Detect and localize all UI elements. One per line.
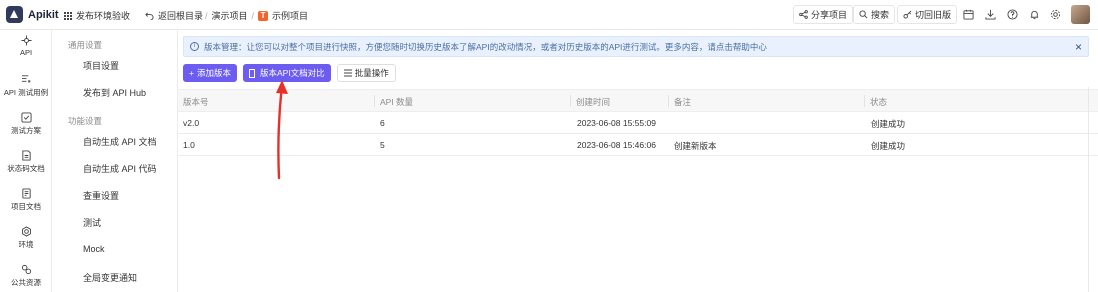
help-icon[interactable] bbox=[1005, 7, 1019, 21]
nav-item-api[interactable]: API bbox=[0, 35, 52, 57]
calendar-icon[interactable] bbox=[961, 7, 975, 21]
test-plan-icon bbox=[20, 112, 32, 123]
close-icon[interactable]: × bbox=[1075, 40, 1082, 54]
cell-version: 1.0 bbox=[183, 140, 195, 150]
column-header: API 数量 bbox=[380, 97, 414, 107]
nav-label: 环境 bbox=[18, 240, 34, 249]
settings-menu: 通用设置 项目设置 发布到 API Hub 功能设置 自动生成 API 文档 自… bbox=[52, 30, 178, 292]
breadcrumb: / 演示项目 / T 示例项目 bbox=[205, 9, 309, 22]
search-button[interactable]: 搜索 bbox=[853, 5, 896, 24]
menu-item-project-settings[interactable]: 项目设置 bbox=[83, 59, 119, 72]
info-icon: i bbox=[190, 42, 199, 51]
menu-item-mock[interactable]: Mock bbox=[83, 244, 105, 254]
share-project-button[interactable]: 分享项目 bbox=[793, 5, 854, 24]
nav-item-api-test-case[interactable]: API 测试用例 bbox=[0, 74, 52, 98]
avatar[interactable] bbox=[1071, 5, 1090, 24]
nav-item-environment[interactable]: 环境 bbox=[0, 226, 52, 250]
info-banner: i 版本管理：让您可以对整个项目进行快照，方便您随时切换历史版本了解API的改动… bbox=[183, 36, 1089, 57]
batch-label: 批量操作 bbox=[354, 68, 389, 78]
scrollbar-track bbox=[1088, 87, 1089, 292]
env-switch[interactable]: 发布环境验收 bbox=[64, 9, 130, 22]
nav-item-status-code-doc[interactable]: 状态码文档 bbox=[0, 150, 52, 174]
nav-label: 状态码文档 bbox=[7, 164, 45, 173]
environment-icon bbox=[21, 226, 31, 237]
apikit-logo-icon bbox=[6, 6, 23, 23]
breadcrumb-item[interactable]: 演示项目 bbox=[212, 9, 248, 22]
add-version-label: 添加版本 bbox=[196, 68, 231, 78]
column-header: 创建时间 bbox=[576, 97, 611, 107]
nav-item-test-plan[interactable]: 测试方案 bbox=[0, 112, 52, 136]
nav-label: API 测试用例 bbox=[3, 88, 49, 97]
cell-version: v2.0 bbox=[183, 118, 200, 128]
table-row[interactable]: 1.0 5 2023-06-08 15:46:06 创建新版本 创建成功 bbox=[178, 134, 1098, 156]
column-header: 状态 bbox=[870, 97, 888, 107]
cell-status: 创建成功 bbox=[871, 119, 906, 129]
table-row[interactable]: v2.0 6 2023-06-08 15:55:09 创建成功 bbox=[178, 112, 1098, 134]
group-title: 通用设置 bbox=[68, 40, 103, 50]
back-to-root-link[interactable]: 返回根目录 bbox=[145, 9, 203, 22]
top-bar: Apikit 发布环境验收 返回根目录 / 演示项目 / T 示例项目 分享项目… bbox=[0, 0, 1098, 30]
api-test-case-icon bbox=[21, 75, 30, 83]
app-name: Apikit bbox=[28, 8, 59, 21]
bell-icon[interactable] bbox=[1027, 7, 1041, 21]
breadcrumb-item[interactable]: 示例项目 bbox=[272, 9, 308, 22]
cell-created-time: 2023-06-08 15:46:06 bbox=[577, 140, 656, 150]
left-nav: API API 测试用例 测试方案 状态码文档 项目文档 环境 公共资源 bbox=[0, 30, 52, 292]
logo[interactable]: Apikit bbox=[6, 6, 59, 23]
banner-text: 版本管理：让您可以对整个项目进行快照，方便您随时切换历史版本了解API的改动情况… bbox=[204, 41, 767, 52]
cell-status: 创建成功 bbox=[871, 141, 906, 151]
menu-item-auto-doc[interactable]: 自动生成 API 文档 bbox=[83, 135, 157, 148]
nav-label: API bbox=[19, 48, 33, 57]
undo-arrow-icon bbox=[145, 12, 154, 20]
switch-old-version-button[interactable]: 切回旧版 bbox=[897, 5, 958, 24]
project-badge-icon: T bbox=[258, 10, 269, 21]
api-icon bbox=[20, 35, 32, 46]
key-icon bbox=[903, 10, 912, 19]
status-code-doc-icon bbox=[21, 150, 31, 161]
annotation-arrow-icon bbox=[276, 80, 288, 180]
menu-item-change-notify[interactable]: 全局变更通知 bbox=[83, 271, 137, 284]
menu-item-duplicate-check[interactable]: 查重设置 bbox=[83, 189, 119, 202]
search-icon bbox=[859, 10, 868, 19]
batch-operation-button[interactable]: 批量操作 bbox=[336, 64, 396, 82]
grid-icon bbox=[64, 11, 72, 20]
share-label: 分享项目 bbox=[811, 10, 848, 20]
cell-api-count: 5 bbox=[380, 140, 385, 150]
old-version-label: 切回旧版 bbox=[915, 10, 952, 20]
main-content: i 版本管理：让您可以对整个项目进行快照，方便您随时切换历史版本了解API的改动… bbox=[178, 30, 1098, 292]
compare-icon bbox=[248, 68, 255, 78]
cell-note: 创建新版本 bbox=[674, 141, 717, 151]
cell-api-count: 6 bbox=[380, 118, 385, 128]
table-header: 版本号 API 数量 创建时间 备注 状态 bbox=[178, 89, 1098, 112]
public-resource-icon bbox=[21, 264, 31, 275]
nav-label: 公共资源 bbox=[11, 278, 41, 287]
cell-created-time: 2023-06-08 15:55:09 bbox=[577, 118, 656, 128]
back-label: 返回根目录 bbox=[158, 11, 204, 21]
menu-item-auto-code[interactable]: 自动生成 API 代码 bbox=[83, 162, 157, 175]
list-icon bbox=[343, 69, 352, 77]
nav-item-public-resource[interactable]: 公共资源 bbox=[0, 264, 52, 288]
gear-icon[interactable] bbox=[1048, 7, 1062, 21]
menu-item-test[interactable]: 测试 bbox=[83, 216, 101, 229]
nav-label: 项目文档 bbox=[11, 202, 41, 211]
nav-item-project-doc[interactable]: 项目文档 bbox=[0, 188, 52, 212]
nav-label: 测试方案 bbox=[11, 126, 41, 135]
group-title: 功能设置 bbox=[68, 116, 103, 126]
search-label: 搜索 bbox=[871, 10, 890, 20]
share-icon bbox=[799, 10, 808, 19]
column-header: 版本号 bbox=[183, 97, 209, 107]
add-version-button[interactable]: + 添加版本 bbox=[183, 64, 237, 82]
menu-item-publish-api-hub[interactable]: 发布到 API Hub bbox=[83, 86, 146, 99]
project-doc-icon bbox=[21, 188, 31, 199]
plus-icon: + bbox=[189, 68, 194, 78]
version-table: 版本号 API 数量 创建时间 备注 状态 v2.0 6 2023-06-08 … bbox=[178, 89, 1098, 156]
column-header: 备注 bbox=[674, 97, 692, 107]
env-label: 发布环境验收 bbox=[76, 11, 131, 21]
download-icon[interactable] bbox=[983, 7, 997, 21]
